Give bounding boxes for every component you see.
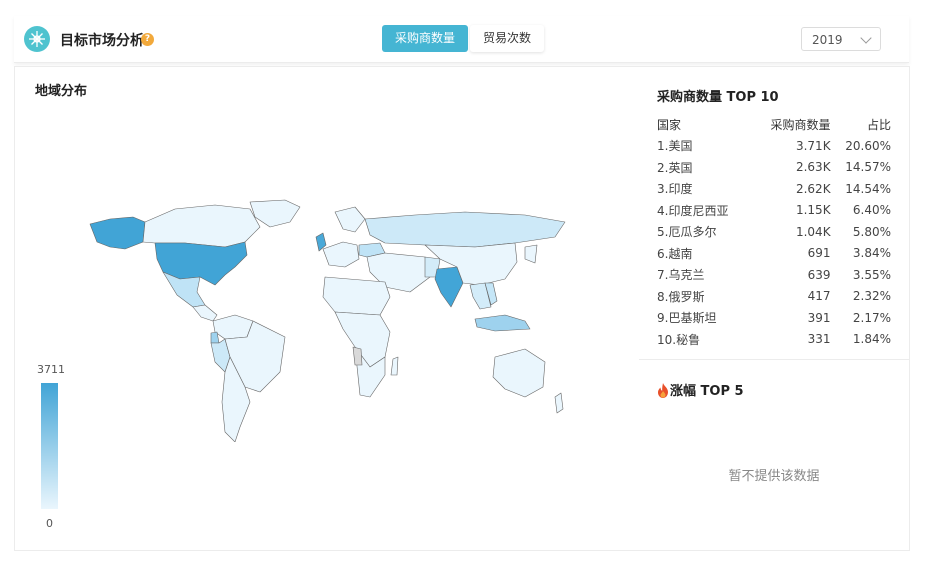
- row-country: 7.乌克兰: [657, 268, 705, 283]
- row-share: 5.80%: [852, 224, 891, 239]
- page-title: 目标市场分析: [60, 33, 144, 49]
- app-logo-icon: [24, 26, 50, 52]
- row-share: 3.55%: [852, 267, 891, 282]
- year-select[interactable]: 2019: [801, 27, 881, 51]
- fire-icon: [658, 383, 668, 398]
- row-country: 9.巴基斯坦: [657, 311, 717, 326]
- row-share: 2.32%: [852, 289, 891, 304]
- row-country: 2.英国: [657, 160, 693, 175]
- question-mark-icon[interactable]: ?: [141, 33, 154, 46]
- table-row: 10.秘鲁 331 1.84%: [657, 329, 891, 351]
- ranking-panel: 采购商数量 TOP 10 国家 采购商数量 占比 1.美国 3.71K 20.60%…: [639, 66, 910, 551]
- map-region-central-america: [192, 304, 218, 322]
- row-country: 10.秘鲁: [657, 332, 701, 347]
- row-count: 639: [807, 267, 831, 282]
- row-count: 2.62K: [795, 181, 831, 196]
- row-count: 3.71K: [795, 138, 831, 153]
- map-region-scandinavia: [334, 206, 366, 233]
- legend-max-label: 3711: [37, 363, 65, 376]
- table-row: 8.俄罗斯 417 2.32%: [657, 286, 891, 308]
- map-region-western-europe: [322, 241, 360, 268]
- row-count: 1.15K: [795, 203, 831, 218]
- map-region-new-zealand: [554, 392, 564, 414]
- world-map[interactable]: [85, 197, 580, 442]
- column-header-share: 占比: [866, 117, 891, 132]
- table-row: 7.乌克兰 639 3.55%: [657, 264, 891, 286]
- year-select-value: 2019: [812, 33, 843, 47]
- row-country: 4.印度尼西亚: [657, 203, 729, 218]
- legend-gradient-bar: [41, 383, 58, 509]
- top10-table: 国家 采购商数量 占比 1.美国 3.71K 20.60% 2.英国 2.63K 14.…: [657, 113, 891, 350]
- row-share: 20.60%: [845, 138, 891, 153]
- row-share: 14.57%: [845, 160, 891, 175]
- column-header-country: 国家: [657, 117, 682, 132]
- section-divider: [639, 359, 909, 360]
- row-share: 14.54%: [845, 181, 891, 196]
- row-share: 6.40%: [852, 203, 891, 218]
- table-row: 3.印度 2.62K 14.54%: [657, 178, 891, 200]
- map-section-title: 地域分布: [35, 84, 88, 99]
- table-row: 5.厄瓜多尔 1.04K 5.80%: [657, 221, 891, 243]
- column-header-buyer-count: 采购商数量: [770, 117, 831, 132]
- row-count: 391: [807, 310, 831, 325]
- map-region-north-africa: [322, 276, 391, 316]
- row-country: 8.俄罗斯: [657, 289, 705, 304]
- map-region-japan-korea: [524, 244, 538, 264]
- metric-tabs: 采购商数量 贸易次数: [382, 25, 546, 52]
- row-country: 5.厄瓜多尔: [657, 225, 717, 240]
- row-count: 691: [807, 246, 831, 261]
- table-row: 9.巴基斯坦 391 2.17%: [657, 307, 891, 329]
- table-row: 1.美国 3.71K 20.60%: [657, 135, 891, 157]
- row-country: 3.印度: [657, 182, 693, 197]
- map-region-canada: [142, 204, 261, 248]
- map-region-india: [434, 266, 464, 308]
- legend-min-label: 0: [46, 517, 53, 530]
- row-count: 2.63K: [795, 160, 831, 175]
- tab-buyer-count[interactable]: 采购商数量: [382, 25, 469, 52]
- map-panel: 地域分布 3711 0: [14, 66, 641, 551]
- empty-state-text: 暂不提供该数据: [728, 469, 820, 484]
- row-count: 417: [807, 289, 831, 304]
- row-count: 1.04K: [795, 224, 831, 239]
- row-count: 331: [807, 332, 831, 347]
- row-country: 6.越南: [657, 246, 693, 261]
- map-region-australia: [492, 348, 546, 398]
- map-region-madagascar: [390, 356, 399, 376]
- header-bar: 目标市场分析 ? 采购商数量 贸易次数 2019: [14, 16, 909, 63]
- row-country: 1.美国: [657, 139, 693, 154]
- chevron-down-icon: [860, 32, 872, 44]
- table-header-row: 国家 采购商数量 占比: [657, 113, 891, 135]
- row-share: 2.17%: [852, 310, 891, 325]
- table-row: 4.印度尼西亚 1.15K 6.40%: [657, 200, 891, 222]
- tab-trade-count[interactable]: 贸易次数: [470, 25, 545, 52]
- top10-title: 采购商数量 TOP 10: [657, 90, 779, 105]
- map-region-alaska: [89, 216, 146, 250]
- growth-top5-title: 涨幅 TOP 5: [670, 384, 744, 399]
- map-region-no-data: [352, 346, 363, 366]
- table-row: 6.越南 691 3.84%: [657, 243, 891, 265]
- row-share: 3.84%: [852, 246, 891, 261]
- map-region-colombia-venezuela: [212, 314, 254, 340]
- map-region-indonesia: [474, 314, 531, 332]
- table-row: 2.英国 2.63K 14.57%: [657, 157, 891, 179]
- map-region-russia: [364, 211, 566, 248]
- row-share: 1.84%: [852, 332, 891, 347]
